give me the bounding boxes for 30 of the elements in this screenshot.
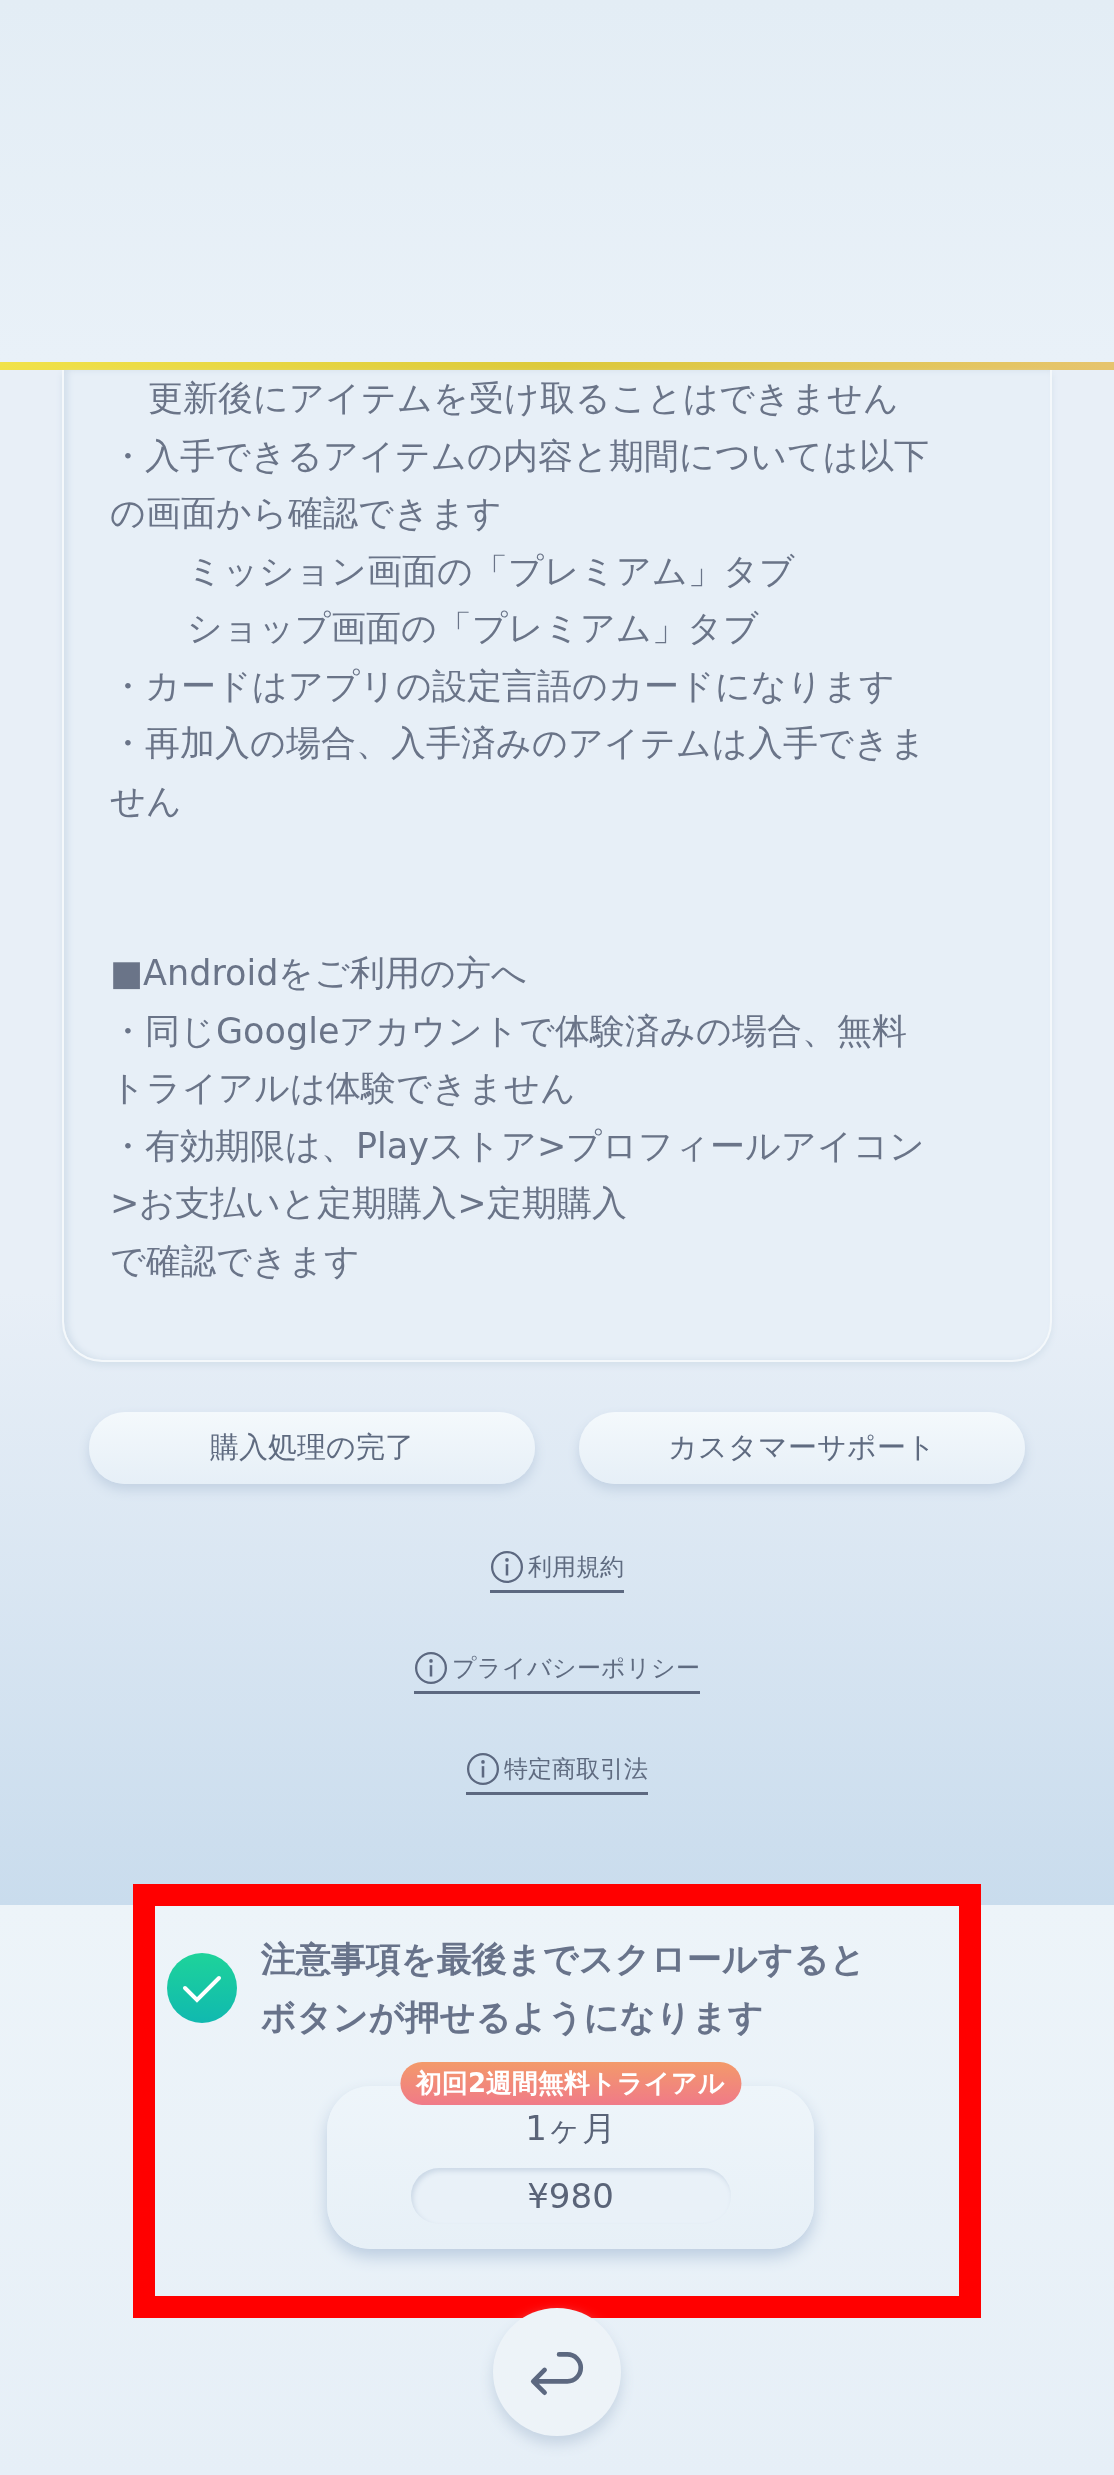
- notes-line: トライアルは体験できません: [110, 1067, 577, 1110]
- action-button[interactable]: 購入処理の完了: [89, 1412, 535, 1484]
- info-icon: [414, 1651, 448, 1685]
- info-link[interactable]: 利用規約: [490, 1550, 624, 1593]
- info-link[interactable]: 特定商取引法: [466, 1752, 648, 1795]
- notes-line: ショップ画面の「プレミアム」タブ: [186, 607, 760, 650]
- notice-text: ボタンが押せるようになります: [261, 1996, 765, 2039]
- notes-line: で確認できます: [110, 1239, 361, 1283]
- notes-line: せん: [110, 779, 183, 823]
- link-label[interactable]: 特定商取引法: [504, 1753, 648, 1785]
- notes-line: ・同じGoogleアカウントで体験済みの場合、無料: [110, 1009, 909, 1053]
- notes-line: の画面から確認できます: [110, 492, 503, 535]
- notes-line: >お支払いと定期購入>定期購入: [110, 1182, 628, 1225]
- trial-badge: 初回2週間無料トライアル: [399, 2062, 742, 2105]
- notes-line: ミッション画面の「プレミアム」タブ: [186, 549, 796, 593]
- notes-line: ・カードはアプリの設定言語のカードになります: [110, 664, 896, 708]
- link-label[interactable]: プライバシーポリシー: [452, 1652, 700, 1684]
- info-icon: [490, 1550, 524, 1584]
- notes-line: 更新後にアイテムを受け取ることはできません: [147, 377, 900, 420]
- notice-text: 注意事項を最後までスクロールすると: [261, 1938, 866, 1981]
- notes-line: ■Androidをご利用の方へ: [110, 952, 529, 995]
- notes-line: ・有効期限は、Playストア>プロフィールアイコン: [110, 1124, 927, 1168]
- price-label: ¥980: [410, 2168, 731, 2224]
- plan-name: 1ヶ月: [525, 2107, 616, 2150]
- notes-line: ・入手できるアイテムの内容と期間については以下: [110, 434, 930, 478]
- link-label[interactable]: 利用規約: [528, 1551, 624, 1583]
- info-icon: [466, 1752, 500, 1786]
- notes-line: ・再加入の場合、入手済みのアイテムは入手できま: [110, 722, 927, 765]
- info-link[interactable]: プライバシーポリシー: [414, 1651, 700, 1694]
- action-button[interactable]: カスタマーサポート: [579, 1412, 1025, 1484]
